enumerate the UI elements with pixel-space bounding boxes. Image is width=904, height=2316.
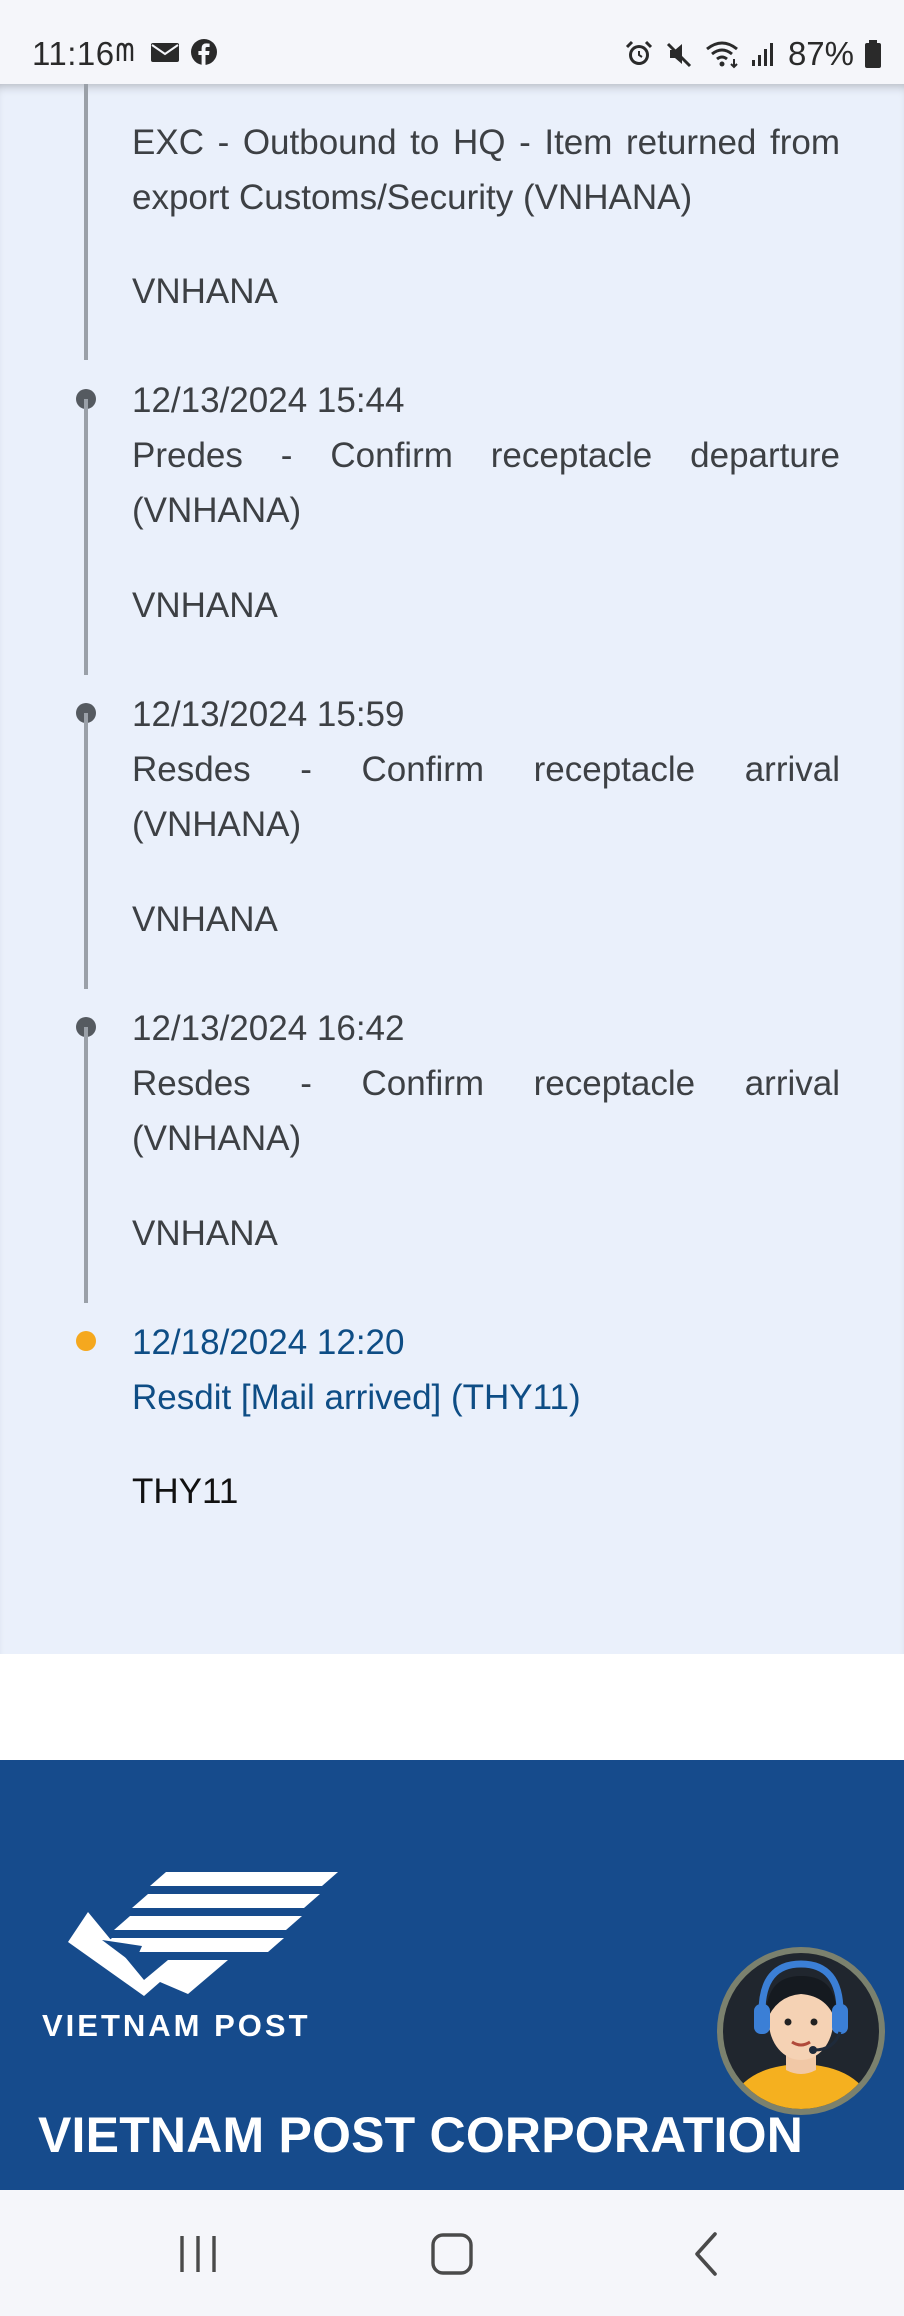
site-footer: VIETNAM POST VIETNAM POST CORPORATION xyxy=(0,1760,904,2190)
event-description: Resdes - Confirm receptacle arrival (VNH… xyxy=(132,1064,840,1158)
facebook-icon xyxy=(190,38,218,66)
timeline-dot-latest xyxy=(76,1331,96,1351)
timeline-connector xyxy=(84,84,88,360)
event-datetime: 12/13/2024 15:44 xyxy=(132,381,405,420)
home-button[interactable] xyxy=(422,2226,482,2286)
alarm-icon xyxy=(624,39,654,69)
back-icon xyxy=(691,2230,721,2283)
support-agent-avatar xyxy=(717,1947,885,2115)
signal-icon xyxy=(750,40,778,68)
battery-icon xyxy=(864,39,882,69)
event-description: Resdes - Confirm receptacle arrival (VNH… xyxy=(132,750,840,844)
timeline-connector xyxy=(84,399,88,675)
home-icon xyxy=(430,2232,474,2281)
battery-percent: 87% xyxy=(787,35,854,72)
event-location: VNHANA xyxy=(132,272,278,311)
mail-icon xyxy=(150,40,180,64)
wifi-icon xyxy=(704,39,740,69)
corporation-name: VIETNAM POST CORPORATION xyxy=(38,2107,804,2163)
tracking-timeline: EXC - Outbound to HQ - Item returned fro… xyxy=(0,84,904,1654)
event-description: Resdit [Mail arrived] (THY11) xyxy=(132,1378,581,1417)
back-button[interactable] xyxy=(676,2226,736,2286)
event-location: VNHANA xyxy=(132,900,278,939)
recents-icon xyxy=(176,2234,220,2279)
event-location: THY11 xyxy=(132,1472,239,1511)
support-chat-button[interactable] xyxy=(716,1946,886,2116)
recents-button[interactable] xyxy=(168,2226,228,2286)
event-location: VNHANA xyxy=(132,586,278,625)
timeline-connector xyxy=(84,713,88,989)
event-datetime: 12/13/2024 15:59 xyxy=(132,695,405,734)
vietnam-post-logo[interactable]: VIETNAM POST xyxy=(38,1864,368,2049)
notification-icons xyxy=(116,38,218,66)
mcdonalds-icon xyxy=(116,40,140,64)
system-status: 87% xyxy=(624,34,882,74)
event-datetime: 12/13/2024 16:42 xyxy=(132,1009,405,1048)
timeline-connector xyxy=(84,1027,88,1303)
event-description: Predes - Confirm receptacle departure (V… xyxy=(132,436,840,530)
mute-icon xyxy=(664,39,694,69)
event-datetime: 12/18/2024 12:20 xyxy=(132,1323,405,1362)
status-time: 11:16 xyxy=(32,35,115,72)
event-description: EXC - Outbound to HQ - Item returned fro… xyxy=(132,123,840,217)
logo-text: VIETNAM POST xyxy=(42,2008,311,2043)
system-navigation-bar xyxy=(0,2190,904,2316)
event-location: VNHANA xyxy=(132,1214,278,1253)
